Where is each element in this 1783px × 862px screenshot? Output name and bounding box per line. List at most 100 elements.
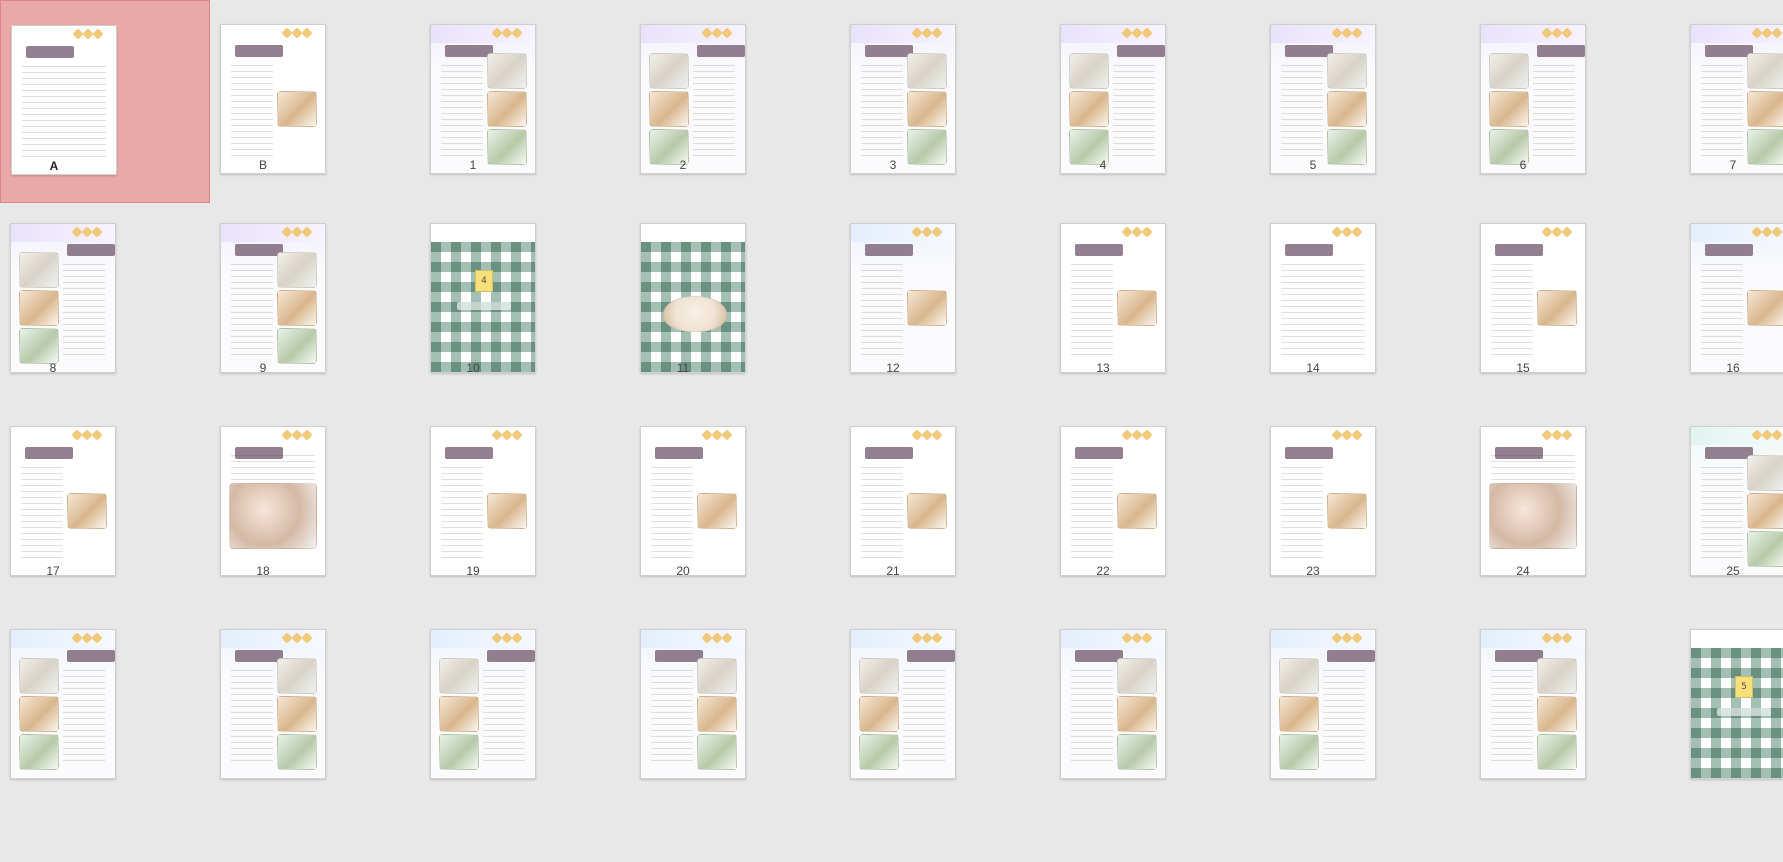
page-thumbnail-cell[interactable]: 1 (420, 0, 630, 203)
page-thumbnail-cell[interactable]: 19 (420, 406, 630, 609)
page-thumbnail-cell[interactable]: 13 (1050, 203, 1260, 406)
page-thumbnail[interactable] (11, 25, 117, 175)
page-thumbnail-cell[interactable]: 6 (1470, 0, 1680, 203)
page-thumbnail-cell[interactable]: 11 (630, 203, 840, 406)
page-thumbnail[interactable] (640, 629, 746, 779)
page-thumbnail-cell[interactable]: 4 (1050, 0, 1260, 203)
part-title-bar (1717, 708, 1771, 716)
page-thumbnail-cell[interactable]: 23 (1260, 406, 1470, 609)
page-thumbnail[interactable] (10, 426, 116, 576)
page-thumbnail[interactable] (1690, 223, 1783, 373)
page-label: 10 (466, 361, 480, 375)
page-thumbnail-cell[interactable]: 9 (210, 203, 420, 406)
page-thumbnail-cell[interactable]: 20 (630, 406, 840, 609)
page-thumbnail-cell[interactable] (0, 609, 210, 812)
page-thumbnail-cell[interactable]: 2 (630, 0, 840, 203)
page-thumbnail-cell[interactable]: 16 (1680, 203, 1783, 406)
decoration-stars (491, 632, 523, 644)
page-thumbnail[interactable] (10, 629, 116, 779)
page-thumbnail-cell[interactable] (630, 609, 840, 812)
page-thumbnail[interactable] (1480, 24, 1586, 174)
page-thumbnail-cell[interactable]: 12 (840, 203, 1050, 406)
page-thumbnail-cell[interactable] (1050, 609, 1260, 812)
decoration-stars (71, 632, 103, 644)
page-thumbnail[interactable] (1060, 426, 1166, 576)
page-thumbnail[interactable] (1060, 223, 1166, 373)
page-thumbnail[interactable] (1690, 24, 1783, 174)
food-photo (277, 658, 317, 694)
page-thumbnail[interactable] (430, 24, 536, 174)
page-text-lines (903, 670, 945, 762)
page-thumbnail[interactable]: 4 (430, 223, 536, 373)
page-thumbnail[interactable] (640, 426, 746, 576)
page-thumbnail-cell[interactable] (1470, 609, 1680, 812)
page-thumbnail-cell[interactable]: 22 (1050, 406, 1260, 609)
page-thumbnail[interactable] (850, 24, 956, 174)
recipe-title-bar (445, 45, 493, 57)
food-photo (1537, 734, 1577, 770)
page-thumbnail[interactable] (1270, 629, 1376, 779)
page-thumbnail[interactable] (640, 24, 746, 174)
page-thumbnail[interactable] (1690, 426, 1783, 576)
page-paper (1691, 630, 1783, 778)
page-text-lines (1071, 264, 1113, 356)
page-thumbnail[interactable] (640, 223, 746, 373)
page-thumbnail[interactable] (10, 223, 116, 373)
page-thumbnail-cell[interactable]: 18 (210, 406, 420, 609)
page-thumbnail[interactable] (1270, 426, 1376, 576)
page-thumbnail-cell[interactable]: 3 (840, 0, 1050, 203)
page-thumbnail-cell[interactable]: 14 (1260, 203, 1470, 406)
page-thumbnail[interactable] (1060, 629, 1166, 779)
page-photo (487, 493, 527, 529)
decoration-stars (911, 226, 943, 238)
page-thumbnail[interactable] (1270, 223, 1376, 373)
page-thumbnail[interactable] (1480, 426, 1586, 576)
recipe-title-bar (235, 45, 283, 57)
page-thumbnail-cell[interactable]: 8 (0, 203, 210, 406)
page-thumbnail[interactable] (220, 426, 326, 576)
page-thumbnail-cell[interactable]: 7 (1680, 0, 1783, 203)
page-text-lines (651, 670, 693, 762)
food-photo (1537, 696, 1577, 732)
page-thumbnail[interactable] (850, 426, 956, 576)
page-thumbnail[interactable] (1060, 24, 1166, 174)
page-label: 13 (1096, 361, 1110, 375)
star-icon (301, 27, 313, 39)
page-thumbnail-cell[interactable]: 17 (0, 406, 210, 609)
recipe-title-bar (865, 244, 913, 256)
page-thumbnail-cell[interactable] (420, 609, 630, 812)
page-thumbnail[interactable] (220, 24, 326, 174)
page-thumbnail[interactable]: 5 (1690, 629, 1783, 779)
page-thumbnail-cell[interactable]: 25 (1680, 406, 1783, 609)
decoration-stars (491, 429, 523, 441)
page-thumbnail-cell[interactable]: A (0, 0, 210, 203)
food-photo (907, 91, 947, 127)
page-thumbnail-cell[interactable]: 5 (1680, 609, 1783, 812)
page-thumbnail[interactable] (220, 223, 326, 373)
recipe-title-bar (487, 650, 535, 662)
decoration-stars (281, 429, 313, 441)
food-photo (1327, 91, 1367, 127)
food-photo (1327, 53, 1367, 89)
page-thumbnail[interactable] (1480, 629, 1586, 779)
page-thumbnail-cell[interactable]: B (210, 0, 420, 203)
page-thumbnail[interactable] (1270, 24, 1376, 174)
food-photo (487, 53, 527, 89)
page-thumbnail-cell[interactable]: 21 (840, 406, 1050, 609)
page-thumbnail[interactable] (430, 426, 536, 576)
page-thumbnail-cell[interactable]: 5 (1260, 0, 1470, 203)
page-thumbnail-cell[interactable] (840, 609, 1050, 812)
page-text-lines (861, 264, 903, 356)
page-thumbnail-cell[interactable]: 4 10 (420, 203, 630, 406)
recipe-title-bar (67, 244, 115, 256)
page-thumbnail-cell[interactable] (1260, 609, 1470, 812)
page-thumbnail[interactable] (850, 629, 956, 779)
page-thumbnail[interactable] (220, 629, 326, 779)
page-thumbnail-cell[interactable]: 24 (1470, 406, 1680, 609)
page-thumbnail-cell[interactable] (210, 609, 420, 812)
page-thumbnail[interactable] (850, 223, 956, 373)
page-thumbnail[interactable] (1480, 223, 1586, 373)
star-icon (721, 27, 733, 39)
page-thumbnail-cell[interactable]: 15 (1470, 203, 1680, 406)
page-thumbnail[interactable] (430, 629, 536, 779)
